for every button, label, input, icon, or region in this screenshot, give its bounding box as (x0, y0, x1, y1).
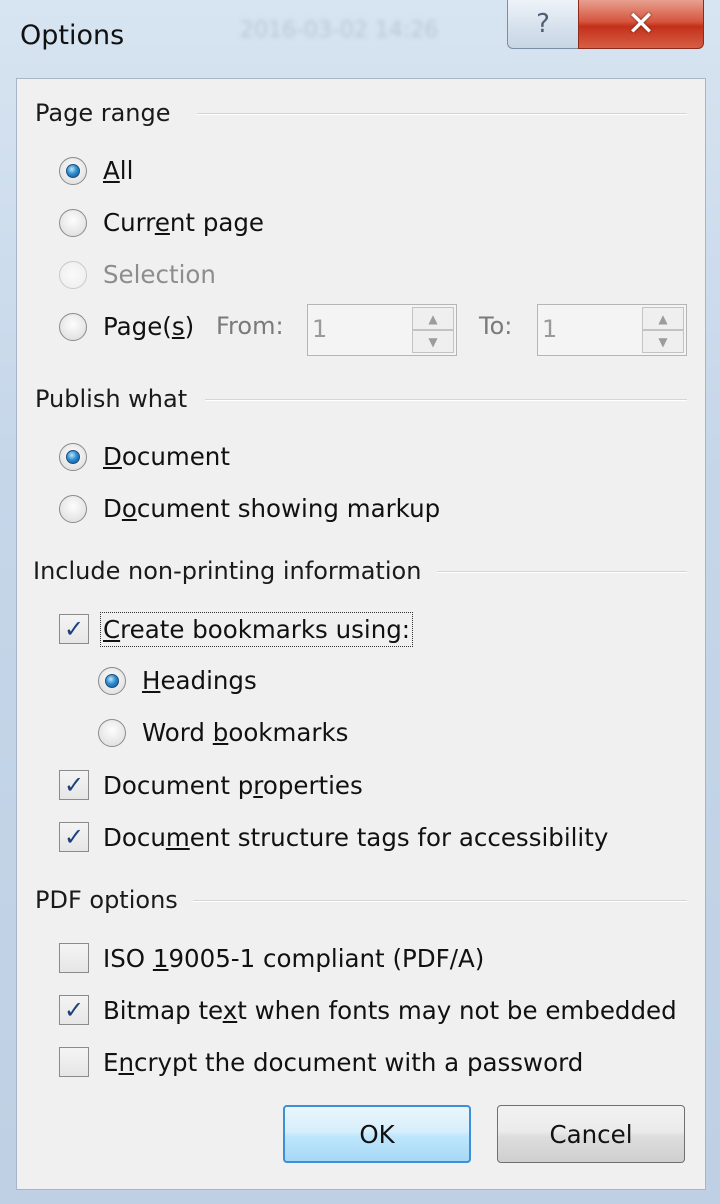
radio-document-label: Document (103, 442, 230, 471)
checkbox-iso-pdfa-label: ISO 19005-1 compliant (PDF/A) (103, 943, 485, 973)
non-printing-heading: Include non-printing information (33, 557, 422, 585)
close-button[interactable]: ✕ (578, 0, 704, 49)
to-label: To: (479, 312, 513, 340)
close-icon: ✕ (626, 4, 656, 44)
radio-headings-indicator[interactable] (98, 666, 126, 695)
checkbox-create-bookmarks-box[interactable]: ✓ (59, 614, 89, 644)
pdf-options-heading: PDF options (35, 886, 178, 914)
checkbox-iso-pdfa[interactable]: ISO 19005-1 compliant (PDF/A) (59, 943, 484, 973)
publish-what-divider (205, 399, 687, 401)
non-printing-divider (437, 571, 687, 573)
radio-headings-label: Headings (142, 666, 257, 695)
radio-document-markup-label: Document showing markup (103, 494, 441, 523)
help-button[interactable]: ? (507, 0, 579, 49)
checkbox-document-properties[interactable]: ✓ Document properties (59, 770, 363, 800)
checkbox-bitmap-text-box[interactable]: ✓ (59, 995, 89, 1025)
radio-all-indicator[interactable] (59, 156, 87, 185)
checkbox-create-bookmarks[interactable]: ✓ Create bookmarks using: (59, 611, 414, 647)
from-page-value[interactable]: 1 (312, 315, 327, 343)
radio-all-label: All (103, 156, 134, 185)
publish-what-heading: Publish what (35, 385, 188, 413)
checkbox-document-properties-label: Document properties (103, 770, 363, 800)
page-range-heading: Page range (35, 99, 171, 127)
dialog-window: 2016-03-02 14:26 Options ? ✕ Page range … (0, 0, 720, 1204)
checkbox-iso-pdfa-box[interactable] (59, 943, 89, 973)
radio-pages[interactable]: Page(s) (59, 312, 194, 341)
radio-selection-indicator (59, 260, 87, 289)
from-label: From: (216, 312, 284, 340)
from-spin-down-icon[interactable]: ▼ (412, 330, 454, 353)
radio-current-page[interactable]: Current page (59, 208, 264, 237)
radio-headings[interactable]: Headings (98, 666, 257, 695)
radio-all[interactable]: All (59, 156, 133, 185)
radio-selection-label: Selection (103, 260, 216, 289)
radio-word-bookmarks-indicator[interactable] (98, 718, 126, 747)
checkbox-structure-tags-box[interactable]: ✓ (59, 822, 89, 852)
checkbox-document-properties-box[interactable]: ✓ (59, 770, 89, 800)
to-spin-down-icon[interactable]: ▼ (642, 330, 684, 353)
dialog-body: Page range All Current page Selection Pa… (16, 78, 706, 1190)
pdf-options-divider (193, 900, 687, 902)
checkbox-bitmap-text[interactable]: ✓ Bitmap text when fonts may not be embe… (59, 995, 677, 1025)
dialog-title: Options (20, 20, 125, 51)
checkbox-encrypt-label: Encrypt the document with a password (103, 1047, 584, 1077)
checkbox-encrypt-box[interactable] (59, 1047, 89, 1077)
checkbox-bitmap-text-label: Bitmap text when fonts may not be embedd… (103, 995, 677, 1025)
radio-current-page-label: Current page (103, 208, 265, 237)
radio-document-markup[interactable]: Document showing markup (59, 494, 440, 523)
ok-button[interactable]: OK (283, 1105, 471, 1163)
radio-document[interactable]: Document (59, 442, 230, 471)
checkbox-structure-tags-label: Document structure tags for accessibilit… (103, 822, 609, 852)
to-page-value[interactable]: 1 (542, 315, 557, 343)
to-spin-up-icon[interactable]: ▲ (642, 307, 684, 330)
to-page-spinner[interactable]: 1 ▲ ▼ (537, 304, 687, 356)
checkbox-create-bookmarks-label: Create bookmarks using: (99, 611, 414, 647)
radio-document-markup-indicator[interactable] (59, 494, 87, 523)
radio-word-bookmarks-label: Word bookmarks (142, 718, 349, 747)
radio-word-bookmarks[interactable]: Word bookmarks (98, 718, 348, 747)
radio-pages-label: Page(s) (103, 312, 195, 341)
radio-current-page-indicator[interactable] (59, 208, 87, 237)
checkbox-structure-tags[interactable]: ✓ Document structure tags for accessibil… (59, 822, 608, 852)
radio-pages-indicator[interactable] (59, 312, 87, 341)
from-spin-up-icon[interactable]: ▲ (412, 307, 454, 330)
radio-document-indicator[interactable] (59, 442, 87, 471)
cancel-button[interactable]: Cancel (497, 1105, 685, 1163)
background-window-text: 2016-03-02 14:26 (240, 18, 439, 43)
radio-selection: Selection (59, 260, 216, 289)
from-page-spinner[interactable]: 1 ▲ ▼ (307, 304, 457, 356)
help-icon: ? (536, 9, 550, 39)
page-range-divider (197, 113, 687, 115)
checkbox-encrypt[interactable]: Encrypt the document with a password (59, 1047, 583, 1077)
